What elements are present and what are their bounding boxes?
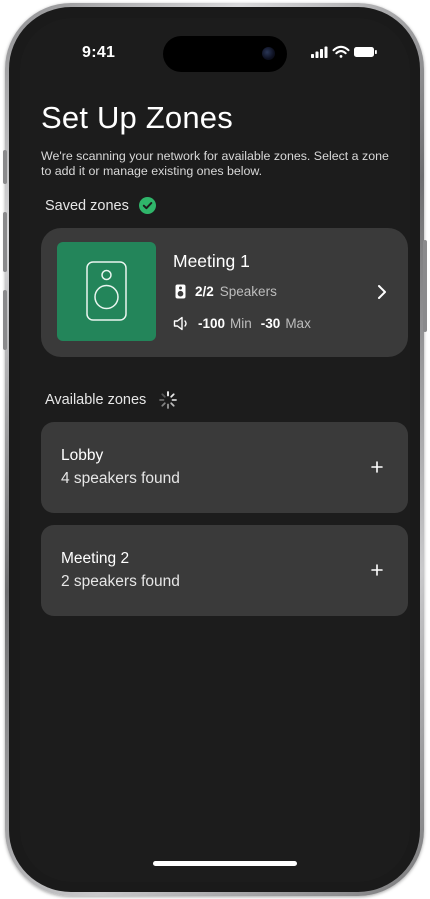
status-time: 9:41 [82, 44, 116, 61]
status-icons [310, 44, 380, 60]
available-zones-header: Available zones [45, 390, 178, 410]
zone-card-name: Lobby [61, 447, 104, 464]
action-button [3, 150, 7, 184]
speakers-count: 2/2 [195, 284, 214, 299]
home-indicator[interactable] [153, 861, 297, 866]
volume-down-button [3, 290, 7, 350]
check-circle-icon [138, 197, 156, 214]
zone-card-subtitle: 4 speakers found [61, 470, 180, 487]
loading-spinner-icon [159, 391, 178, 409]
app-screen: 9:41 Set Up Zones We're scanning your ne… [20, 18, 410, 882]
volume-max-label: Max [285, 316, 311, 331]
volume-min-label: Min [230, 316, 252, 331]
speaker-icon [86, 261, 127, 321]
battery-icon [354, 47, 377, 57]
volume-range: -100 Min -30 Max [173, 316, 311, 331]
volume-icon [173, 316, 187, 331]
wifi-icon [332, 45, 350, 58]
zone-card-name: Meeting 2 [61, 550, 130, 567]
volume-min-value: -100 [198, 316, 226, 331]
page-title: Set Up Zones [41, 100, 233, 135]
saved-zone-card-meeting-1[interactable]: Meeting 1 2/2 Speakers -100 Min -30 Max [41, 228, 408, 357]
volume-max-value: -30 [260, 316, 281, 331]
plus-icon[interactable] [370, 563, 384, 577]
saved-zones-header: Saved zones [45, 197, 156, 214]
front-camera [262, 47, 275, 60]
chevron-right-icon[interactable] [377, 284, 387, 300]
zone-card-subtitle: 2 speakers found [61, 573, 180, 590]
power-button [423, 240, 427, 332]
speakers-label: Speakers [219, 284, 277, 299]
zone-name: Meeting 1 [173, 251, 250, 271]
saved-zones-label: Saved zones [45, 197, 129, 214]
page-description: We're scanning your network for availabl… [41, 149, 389, 178]
speaker-small-icon [175, 284, 186, 299]
dynamic-island [163, 36, 287, 72]
zone-thumbnail [57, 242, 156, 341]
available-zone-card-meeting-2[interactable]: Meeting 2 2 speakers found [41, 525, 408, 616]
cellular-signal-icon [311, 46, 328, 58]
plus-icon[interactable] [370, 460, 384, 474]
available-zone-card-lobby[interactable]: Lobby 4 speakers found [41, 422, 408, 513]
volume-up-button [3, 212, 7, 272]
available-zones-label: Available zones [45, 392, 147, 408]
speakers-summary: 2/2 Speakers [175, 284, 277, 299]
